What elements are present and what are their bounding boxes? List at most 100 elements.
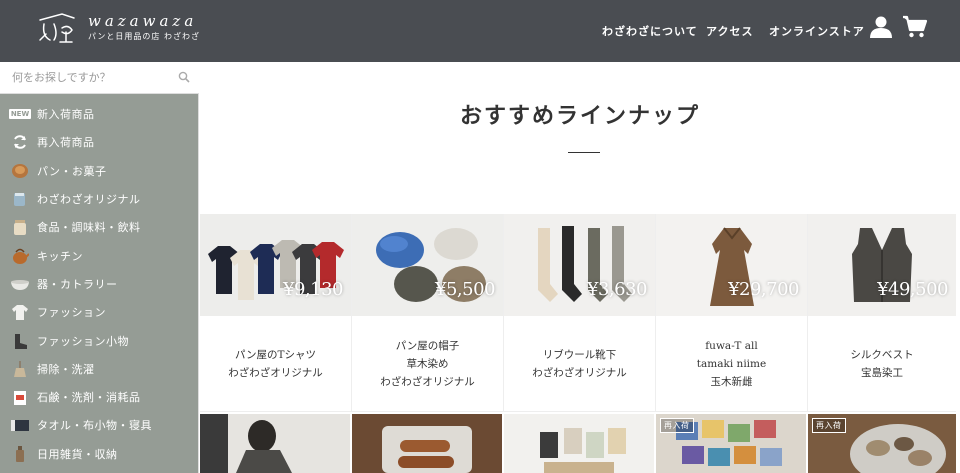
product-price: ¥9,130 xyxy=(283,279,343,300)
category-fashion[interactable]: ファッション xyxy=(0,298,199,326)
category-label: わざわざオリジナル xyxy=(37,193,141,207)
category-original[interactable]: わざわざオリジナル xyxy=(0,185,199,213)
product-info: リブウール靴下 わざわざオリジナル xyxy=(504,316,655,412)
category-bread-sweets[interactable]: パン・お菓子 xyxy=(0,157,199,185)
category-label: パン・お菓子 xyxy=(37,164,107,178)
search-box xyxy=(0,62,199,94)
product-price: ¥3,630 xyxy=(587,279,647,300)
category-label: 器・カトラリー xyxy=(37,277,118,291)
nav-online-store[interactable]: オンラインストア xyxy=(769,0,865,62)
category-label: タオル・布小物・寝具 xyxy=(37,419,152,433)
product-tile[interactable]: 再入荷 xyxy=(808,414,956,473)
product-price: ¥5,500 xyxy=(435,279,495,300)
refresh-icon xyxy=(10,133,30,151)
search-icon[interactable] xyxy=(178,71,190,83)
product-maker: 宝島染工 xyxy=(861,367,903,379)
nav-online-store-link[interactable]: オンラインストア xyxy=(769,23,865,39)
product-name: リブウール靴下 xyxy=(542,349,617,361)
category-sidebar: NEW 新入荷商品 再入荷商品 パン・お菓子 わざわざオリジナル 食品・調味 xyxy=(0,62,199,473)
bread-icon xyxy=(10,162,30,180)
new-badge-icon: NEW xyxy=(8,109,32,120)
category-label: 再入荷商品 xyxy=(37,136,95,150)
logo-mark-icon xyxy=(39,13,75,43)
product-card[interactable]: ¥49,500 シルクベスト 宝島染工 xyxy=(808,214,956,412)
nav-access-link[interactable]: アクセス xyxy=(706,23,753,39)
product-maker: わざわざオリジナル xyxy=(228,367,323,379)
product-image xyxy=(200,414,350,473)
boots-icon xyxy=(10,332,30,350)
user-icon[interactable] xyxy=(868,14,894,40)
product-image xyxy=(504,414,654,473)
product-card[interactable]: ¥3,630 リブウール靴下 わざわざオリジナル xyxy=(504,214,656,412)
product-maker: 玉木新雌 xyxy=(710,376,753,388)
mug-icon xyxy=(10,190,30,208)
bottle-icon xyxy=(10,445,30,463)
logo-subtitle: パンと日用品の店 わざわざ xyxy=(88,32,200,41)
nav-about-link[interactable]: わざわざについて xyxy=(602,23,698,39)
category-tableware[interactable]: 器・カトラリー xyxy=(0,270,199,298)
kettle-icon xyxy=(10,247,30,265)
search-input[interactable] xyxy=(0,62,175,93)
product-tile[interactable] xyxy=(352,414,504,473)
product-image xyxy=(352,414,502,473)
category-list: NEW 新入荷商品 再入荷商品 パン・お菓子 わざわざオリジナル 食品・調味料・… xyxy=(0,100,199,468)
product-row-2: 再入荷 再入荷 xyxy=(200,414,960,473)
category-towel-bedding[interactable]: タオル・布小物・寝具 xyxy=(0,411,199,439)
category-label: 新入荷商品 xyxy=(37,108,95,122)
towel-icon xyxy=(10,416,30,434)
category-label: キッチン xyxy=(37,249,83,263)
site-header: wazawaza パンと日用品の店 わざわざ わざわざについて アクセス オンラ… xyxy=(0,0,960,62)
product-card[interactable]: ¥9,130 パン屋のTシャツ わざわざオリジナル xyxy=(200,214,352,412)
category-food-drinks[interactable]: 食品・調味料・飲料 xyxy=(0,213,199,241)
site-logo[interactable]: wazawaza パンと日用品の店 わざわざ xyxy=(36,10,256,50)
category-label: 石鹸・洗剤・消耗品 xyxy=(37,391,141,405)
product-image: ¥5,500 xyxy=(352,214,503,316)
product-image: ¥9,130 xyxy=(200,214,351,316)
jar-icon xyxy=(10,218,30,236)
product-tile[interactable] xyxy=(200,414,352,473)
category-label: 日用雑貨・収納 xyxy=(37,447,118,461)
product-name: パン屋のTシャツ xyxy=(234,349,317,361)
product-name: fuwa-T all xyxy=(705,340,758,352)
product-price: ¥49,500 xyxy=(877,279,948,300)
title-divider xyxy=(568,152,600,153)
product-brand: tamaki niime xyxy=(696,358,767,370)
product-dye: 草木染め xyxy=(406,358,449,370)
category-label: ファッション小物 xyxy=(37,334,129,348)
section-title: おすすめラインナップ xyxy=(459,103,700,129)
product-info: fuwa-T all tamaki niime 玉木新雌 xyxy=(656,316,807,412)
product-image: ¥3,630 xyxy=(504,214,655,316)
product-tile[interactable] xyxy=(504,414,656,473)
product-name: パン屋の帽子 xyxy=(395,340,460,352)
product-name: シルクベスト xyxy=(850,349,914,361)
logo-wordmark: wazawaza xyxy=(88,12,198,30)
shirt-icon xyxy=(10,303,30,321)
category-label: ファッション xyxy=(37,306,106,320)
product-info: パン屋のTシャツ わざわざオリジナル xyxy=(200,316,351,412)
category-restock[interactable]: 再入荷商品 xyxy=(0,128,199,156)
product-image: ¥29,700 xyxy=(656,214,807,316)
product-tile[interactable]: 再入荷 xyxy=(656,414,808,473)
product-info: シルクベスト 宝島染工 xyxy=(808,316,956,412)
product-card[interactable]: ¥29,700 fuwa-T all tamaki niime 玉木新雌 xyxy=(656,214,808,412)
category-label: 食品・調味料・飲料 xyxy=(37,221,141,235)
product-info: パン屋の帽子 草木染め わざわざオリジナル xyxy=(352,316,503,412)
product-grid: ¥9,130 パン屋のTシャツ わざわざオリジナル ¥5,500 パン屋の帽子 … xyxy=(200,214,960,412)
category-daily-goods[interactable]: 日用雑貨・収納 xyxy=(0,440,199,468)
category-fashion-accessories[interactable]: ファッション小物 xyxy=(0,326,199,354)
product-card[interactable]: ¥5,500 パン屋の帽子 草木染め わざわざオリジナル xyxy=(352,214,504,412)
nav-about[interactable]: わざわざについて xyxy=(602,0,698,62)
nav-access[interactable]: アクセス xyxy=(706,0,753,62)
category-label: 掃除・洗濯 xyxy=(37,362,95,376)
product-maker: わざわざオリジナル xyxy=(532,367,627,379)
category-cleaning-laundry[interactable]: 掃除・洗濯 xyxy=(0,355,199,383)
soap-icon xyxy=(10,388,30,406)
restock-badge: 再入荷 xyxy=(660,418,694,433)
category-new-arrivals[interactable]: NEW 新入荷商品 xyxy=(0,100,199,128)
category-soap-detergent[interactable]: 石鹸・洗剤・消耗品 xyxy=(0,383,199,411)
cart-icon[interactable] xyxy=(902,14,928,40)
main-content: おすすめラインナップ ¥9,130 パン屋のTシャツ わざわざオリジナル ¥5,… xyxy=(200,62,960,473)
product-image: ¥49,500 xyxy=(808,214,956,316)
broom-icon xyxy=(10,360,30,378)
category-kitchen[interactable]: キッチン xyxy=(0,241,199,269)
